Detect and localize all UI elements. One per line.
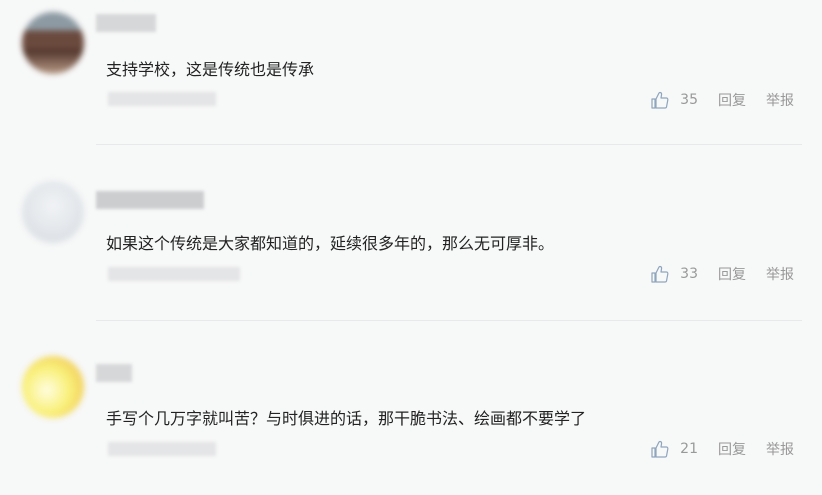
reply-button[interactable]: 回复 xyxy=(718,90,746,110)
like-button[interactable]: 21 xyxy=(650,439,718,459)
avatar[interactable] xyxy=(22,181,84,243)
like-count: 21 xyxy=(680,441,698,457)
timestamp-blurred xyxy=(108,442,216,456)
divider xyxy=(96,320,802,321)
thumbs-up-icon xyxy=(651,440,669,458)
avatar[interactable] xyxy=(22,12,84,74)
reply-button[interactable]: 回复 xyxy=(718,264,746,284)
report-button[interactable]: 举报 xyxy=(766,90,794,110)
avatar[interactable] xyxy=(22,356,84,418)
comment-item: 支持学校，这是传统也是传承 35 回复 举报 xyxy=(0,0,822,145)
like-count: 35 xyxy=(680,92,698,108)
report-button[interactable]: 举报 xyxy=(766,439,794,459)
comment-text: 手写个几万字就叫苦？与时俱进的话，那干脆书法、绘画都不要学了 xyxy=(106,409,587,428)
thumbs-up-icon xyxy=(651,91,669,109)
reply-button[interactable]: 回复 xyxy=(718,439,746,459)
comment-item: 手写个几万字就叫苦？与时俱进的话，那干脆书法、绘画都不要学了 21 回复 举报 xyxy=(0,350,822,495)
like-count: 33 xyxy=(680,266,698,282)
timestamp-blurred xyxy=(108,267,240,281)
like-button[interactable]: 33 xyxy=(650,264,718,284)
timestamp-blurred xyxy=(108,92,216,106)
comment-actions: 35 回复 举报 xyxy=(650,90,794,110)
divider xyxy=(96,144,802,145)
username-blurred[interactable] xyxy=(96,191,204,209)
report-button[interactable]: 举报 xyxy=(766,264,794,284)
comment-list: 支持学校，这是传统也是传承 35 回复 举报 如果这个传统是大家都知道的，延续很… xyxy=(0,0,822,495)
username-blurred[interactable] xyxy=(96,364,132,382)
comment-text: 如果这个传统是大家都知道的，延续很多年的，那么无可厚非。 xyxy=(106,234,555,253)
username-blurred[interactable] xyxy=(96,14,156,32)
comment-text: 支持学校，这是传统也是传承 xyxy=(106,60,315,79)
like-button[interactable]: 35 xyxy=(650,90,718,110)
comment-actions: 33 回复 举报 xyxy=(650,264,794,284)
comment-item: 如果这个传统是大家都知道的，延续很多年的，那么无可厚非。 33 回复 举报 xyxy=(0,175,822,321)
thumbs-up-icon xyxy=(651,265,669,283)
comment-actions: 21 回复 举报 xyxy=(650,439,794,459)
